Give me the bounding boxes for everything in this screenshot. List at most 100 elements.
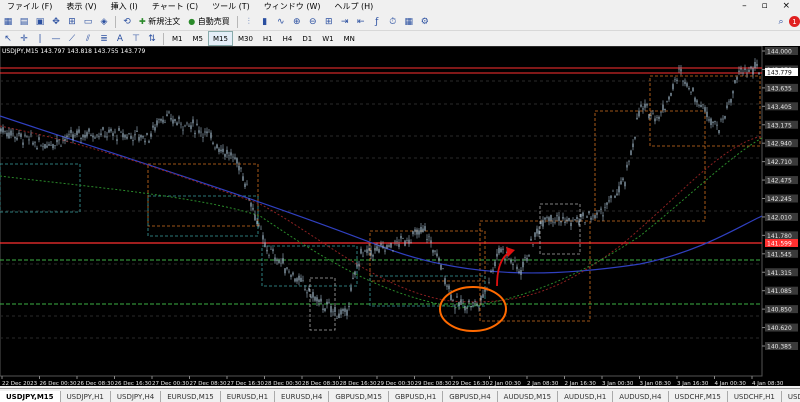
candle-body	[730, 98, 732, 103]
chart-tab[interactable]: USDJPY,M15	[0, 391, 61, 402]
candle-body	[142, 135, 144, 138]
terminal-icon[interactable]: ▭	[81, 15, 95, 29]
chart-tab[interactable]: EURUSD,H1	[221, 391, 276, 402]
chart-tab[interactable]: GBPUSD,H4	[443, 391, 498, 402]
settings-icon[interactable]: ⚙	[418, 15, 432, 29]
menu-window[interactable]: ウィンドウ (W)	[257, 1, 328, 12]
candle-body	[376, 246, 378, 251]
fibonacci-icon[interactable]: ≣	[97, 32, 111, 46]
candle-body	[56, 139, 58, 143]
trendline-icon[interactable]: ⟋	[65, 32, 79, 46]
timeframe-m30[interactable]: M30	[233, 31, 258, 46]
menu-file[interactable]: ファイル (F)	[0, 1, 59, 12]
chart-tab[interactable]: USDCHF,M15	[669, 391, 728, 402]
candle-body	[706, 111, 708, 118]
candle-body	[758, 72, 760, 75]
timeframe-m5[interactable]: M5	[188, 31, 209, 46]
candle-body	[362, 255, 364, 257]
timeframe-h4[interactable]: H4	[278, 31, 298, 46]
candle-body	[320, 298, 322, 302]
chart-tab[interactable]: USDJPY,H1	[61, 391, 111, 402]
candlestick-icon[interactable]: ▮	[258, 15, 272, 29]
chart-tab[interactable]: AUDUSD,H4	[613, 391, 669, 402]
chart-tab[interactable]: USDJPY,H4	[111, 391, 162, 402]
menu-view[interactable]: 表示 (V)	[59, 1, 103, 12]
templates-icon[interactable]: ▦	[402, 15, 416, 29]
menu-chart[interactable]: チャート (C)	[145, 1, 205, 12]
chart-tab[interactable]: USDCHF,H4	[782, 391, 800, 402]
candle-body	[742, 72, 744, 74]
chart-shift-icon[interactable]: ⇤	[354, 15, 368, 29]
equidistant-channel-icon[interactable]: ⫽	[81, 32, 95, 46]
candle-body	[22, 142, 24, 145]
bar-chart-icon[interactable]: ⫶	[242, 15, 256, 29]
candle-body	[100, 133, 102, 136]
indicators-icon[interactable]: ƒ	[370, 15, 384, 29]
candle-body	[608, 200, 610, 202]
crosshair-icon[interactable]: ✛	[17, 32, 31, 46]
label-icon[interactable]: ⊤	[129, 32, 143, 46]
price-tick-label: 144.000	[767, 49, 792, 56]
candle-body	[48, 144, 50, 146]
new-order-button[interactable]: ✚ 新規注文	[136, 15, 183, 29]
vertical-line-icon[interactable]: |	[33, 32, 47, 46]
timeframe-d1[interactable]: D1	[297, 31, 317, 46]
menu-insert[interactable]: 挿入 (I)	[104, 1, 145, 12]
timeframe-m1[interactable]: M1	[167, 31, 188, 46]
candle-body	[670, 92, 672, 96]
text-icon[interactable]: A	[113, 32, 127, 46]
candle-body	[472, 302, 474, 304]
candle-body	[344, 308, 346, 312]
candle-body	[32, 142, 34, 145]
auto-trade-button[interactable]: ● 自動売買	[185, 15, 233, 29]
candle-body	[28, 139, 30, 141]
history-icon[interactable]: ⟲	[120, 15, 134, 29]
candle-body	[744, 68, 746, 71]
zoom-in-icon[interactable]: ⊕	[290, 15, 304, 29]
alert-badge[interactable]: 1	[789, 16, 800, 27]
chart-tab[interactable]: USDCHF,H1	[728, 391, 782, 402]
candle-body	[704, 107, 706, 112]
price-chart[interactable]: 144.000143.870143.635143.405143.175142.9…	[0, 46, 800, 386]
chart-tab[interactable]: AUDUSD,M15	[498, 391, 559, 402]
tile-windows-icon[interactable]: ⊞	[322, 15, 336, 29]
profiles-icon[interactable]: ▤	[17, 15, 31, 29]
menu-tools[interactable]: ツール (T)	[205, 1, 257, 12]
chart-tab[interactable]: GBPUSD,H1	[389, 391, 444, 402]
candle-body	[278, 260, 280, 263]
line-chart-icon[interactable]: ∿	[274, 15, 288, 29]
chart-tab[interactable]: AUDUSD,H1	[558, 391, 614, 402]
new-chart-icon[interactable]: ▦	[1, 15, 15, 29]
candle-body	[242, 176, 244, 181]
candle-body	[132, 140, 134, 141]
timeframe-m15[interactable]: M15	[208, 31, 233, 46]
data-window-icon[interactable]: ⊞	[65, 15, 79, 29]
candle-body	[82, 134, 84, 138]
price-tick-label: 142.010	[767, 214, 792, 221]
arrows-icon[interactable]: ⇅	[145, 32, 159, 46]
red-line-label: 141.599	[767, 241, 792, 248]
chart-canvas[interactable]: 144.000143.870143.635143.405143.175142.9…	[0, 46, 800, 386]
chart-tab[interactable]: EURUSD,M15	[161, 391, 221, 402]
window-controls[interactable]: – ▫ ×	[742, 1, 796, 11]
periods-icon[interactable]: ⏱	[386, 15, 400, 29]
candle-body	[112, 133, 114, 137]
auto-scroll-icon[interactable]: ⇥	[338, 15, 352, 29]
zoom-out-icon[interactable]: ⊖	[306, 15, 320, 29]
candle-body	[316, 297, 318, 302]
timeframe-w1[interactable]: W1	[317, 31, 338, 46]
menu-help[interactable]: ヘルプ (H)	[327, 1, 380, 12]
horizontal-line-icon[interactable]: —	[49, 32, 63, 46]
chart-tab[interactable]: EURUSD,H4	[275, 391, 330, 402]
tester-icon[interactable]: ◈	[97, 15, 111, 29]
candle-body	[516, 266, 518, 270]
candle-body	[288, 271, 290, 273]
cursor-icon[interactable]: ↖	[1, 32, 15, 46]
chart-tab[interactable]: GBPUSD,M15	[329, 391, 389, 402]
market-watch-icon[interactable]: ▣	[33, 15, 47, 29]
timeframe-h1[interactable]: H1	[258, 31, 278, 46]
timeframe-mn[interactable]: MN	[339, 31, 360, 46]
navigator-icon[interactable]: ✥	[49, 15, 63, 29]
candle-body	[156, 120, 158, 126]
search-icon[interactable]: ⌕	[774, 15, 788, 29]
